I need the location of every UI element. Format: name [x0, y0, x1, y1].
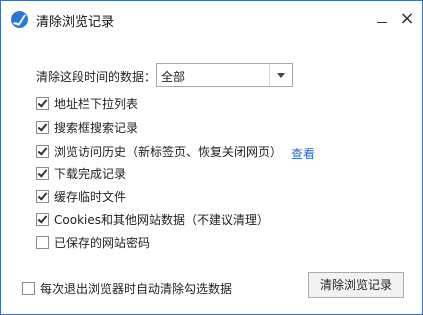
- option-search-box[interactable]: 搜索框搜索记录: [36, 119, 138, 135]
- chevron-down-icon[interactable]: [269, 64, 292, 86]
- auto-clear-option[interactable]: 每次退出浏览器时自动清除勾选数据: [22, 280, 232, 297]
- time-range-select[interactable]: 全部: [156, 63, 293, 87]
- close-button[interactable]: ×: [394, 7, 420, 31]
- title-bar: 清除浏览记录 ×: [1, 1, 422, 37]
- option-label: 缓存临时文件: [54, 189, 127, 204]
- option-label: 地址栏下拉列表: [54, 96, 139, 111]
- option-cookies[interactable]: Cookies和其他网站数据（不建议清理）: [36, 211, 269, 227]
- checkbox-saved-passwords[interactable]: [36, 235, 49, 249]
- option-downloads[interactable]: 下载完成记录: [36, 165, 126, 181]
- checkbox-cookies[interactable]: [36, 212, 49, 226]
- time-range-label: 清除这段时间的数据：: [36, 70, 157, 84]
- option-address-bar[interactable]: 地址栏下拉列表: [36, 95, 138, 111]
- checkbox-downloads[interactable]: [36, 166, 49, 180]
- clear-history-button[interactable]: 清除浏览记录: [308, 272, 404, 298]
- view-history-link[interactable]: 查看: [291, 145, 315, 162]
- option-label: 已保存的网站密码: [54, 235, 151, 250]
- dialog-title: 清除浏览记录: [36, 15, 115, 30]
- checkbox-browsing-history[interactable]: [36, 144, 49, 158]
- option-cache[interactable]: 缓存临时文件: [36, 188, 126, 204]
- minimize-button[interactable]: [369, 7, 395, 31]
- option-browsing-history[interactable]: 浏览访问历史（新标签页、恢复关闭网页）: [36, 143, 282, 159]
- checkbox-address-bar[interactable]: [36, 96, 49, 110]
- checkbox-auto-clear[interactable]: [22, 282, 35, 295]
- option-label: 浏览访问历史（新标签页、恢复关闭网页）: [54, 144, 283, 159]
- option-label: 搜索框搜索记录: [54, 120, 139, 135]
- checkbox-search-box[interactable]: [36, 120, 49, 134]
- auto-clear-label: 每次退出浏览器时自动清除勾选数据: [40, 282, 233, 296]
- clear-history-dialog: 清除浏览记录 × 清除这段时间的数据： 全部 地址栏下拉列表 搜索框搜索记录 浏…: [0, 0, 423, 315]
- browser-logo-icon: [11, 11, 28, 28]
- option-label: Cookies和其他网站数据（不建议清理）: [54, 212, 269, 227]
- minimize-icon: [377, 22, 387, 23]
- checkbox-cache[interactable]: [36, 189, 49, 203]
- option-label: 下载完成记录: [54, 166, 127, 181]
- option-saved-passwords[interactable]: 已保存的网站密码: [36, 234, 150, 250]
- time-range-value: 全部: [161, 70, 186, 84]
